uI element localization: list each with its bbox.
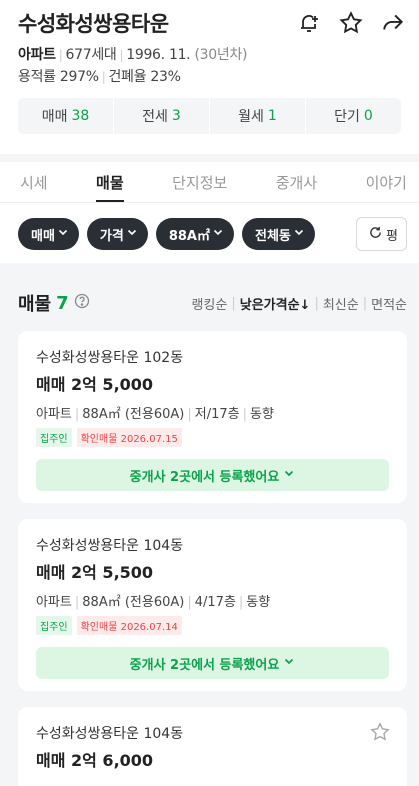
listing-info: 아파트 | 88A㎡ (전용60A) | 저/17층 | 동향 [36,407,274,422]
header: 수성화성쌍용타운 아파트 | 677세대 | 1996. 11. (30년차) 용적률 … [0,0,419,154]
owner-badge: 집주인 [36,428,72,447]
owner-badge: 집주인 [36,616,72,635]
sort-ranking[interactable]: 랭킹순 [191,294,227,313]
count-jeonse[interactable]: 전세 3 [113,98,209,134]
tab-listings[interactable]: 매물 [96,162,124,202]
listing-header: 매물 7 랭킹순 | 낮은가격순↓ | 최신순 | 면적순 [0,275,419,331]
listing-complex: 수성화성쌍용타운 102동 [36,350,184,366]
tab-stories[interactable]: 이야기 [366,162,407,202]
chevron-down-icon [212,226,224,242]
unit-toggle-button[interactable]: 평 [356,217,407,251]
filter-trade-type[interactable]: 매매 [18,218,79,250]
filter-building[interactable]: 전체동 [242,218,315,250]
sort-latest[interactable]: 최신순 [323,294,359,313]
verified-badge: 확인매물 2026.07.14 [76,616,182,635]
chevron-down-icon [293,226,305,242]
refresh-icon [369,226,382,243]
listing-card[interactable]: 수성화성쌍용타운 102동 매매 2억 5,000 아파트 | 88A㎡ (전용60… [18,331,407,503]
listing-price: 매매 2억 5,500 [36,563,154,582]
listing-card[interactable]: 수성화성쌍용타운 104동 매매 2억 6,000 [18,707,407,786]
chevron-down-icon [283,467,295,483]
sort-low-price[interactable]: 낮은가격순↓ [240,294,311,313]
agents-expand-button[interactable]: 중개사 2곳에서 등록했어요 [36,647,389,679]
chevron-down-icon [126,226,138,242]
page-title: 수성화성쌍용타운 [18,12,169,36]
listing-title: 매물 7 [18,290,90,316]
filter-bar: 매매 가격 88A㎡ 전체동 평 [0,202,419,263]
complex-ratio: 용적률 297% | 건폐율 23% [18,69,181,85]
verified-badge: 확인매물 2026.07.15 [76,428,182,447]
chevron-down-icon [283,655,295,671]
listing-price: 매매 2억 6,000 [36,751,154,770]
trade-counts: 매매 38 전세 3 월세 1 단기 0 [18,98,401,134]
star-icon[interactable] [369,721,391,747]
count-short[interactable]: 단기 0 [305,98,401,134]
sort-area[interactable]: 면적순 [371,294,407,313]
count-monthly[interactable]: 월세 1 [209,98,305,134]
help-icon[interactable] [74,293,90,314]
listing-price: 매매 2억 5,000 [36,375,154,394]
count-sale[interactable]: 매매 38 [18,98,113,134]
filter-area[interactable]: 88A㎡ [155,218,234,250]
listing-info: 아파트 | 88A㎡ (전용60A) | 4/17층 | 동향 [36,595,271,610]
star-icon[interactable] [337,9,365,37]
listing-card[interactable]: 수성화성쌍용타운 104동 매매 2억 5,500 아파트 | 88A㎡ (전용60… [18,519,407,691]
tab-bar: 시세 매물 단지정보 중개사 이야기 [0,162,419,202]
alarm-plus-icon[interactable] [295,9,323,37]
listing-complex: 수성화성쌍용타운 104동 [36,726,184,742]
tab-agents[interactable]: 중개사 [276,162,317,202]
tab-price[interactable]: 시세 [20,162,48,202]
sort-options: 랭킹순 | 낮은가격순↓ | 최신순 | 면적순 [191,294,407,313]
tab-complex-info[interactable]: 단지정보 [172,162,227,202]
chevron-down-icon [57,226,69,242]
agents-expand-button[interactable]: 중개사 2곳에서 등록했어요 [36,459,389,491]
complex-meta: 아파트 | 677세대 | 1996. 11. (30년차) [18,47,248,63]
share-icon[interactable] [379,9,407,37]
filter-price[interactable]: 가격 [86,218,148,250]
listing-complex: 수성화성쌍용타운 104동 [36,538,184,554]
